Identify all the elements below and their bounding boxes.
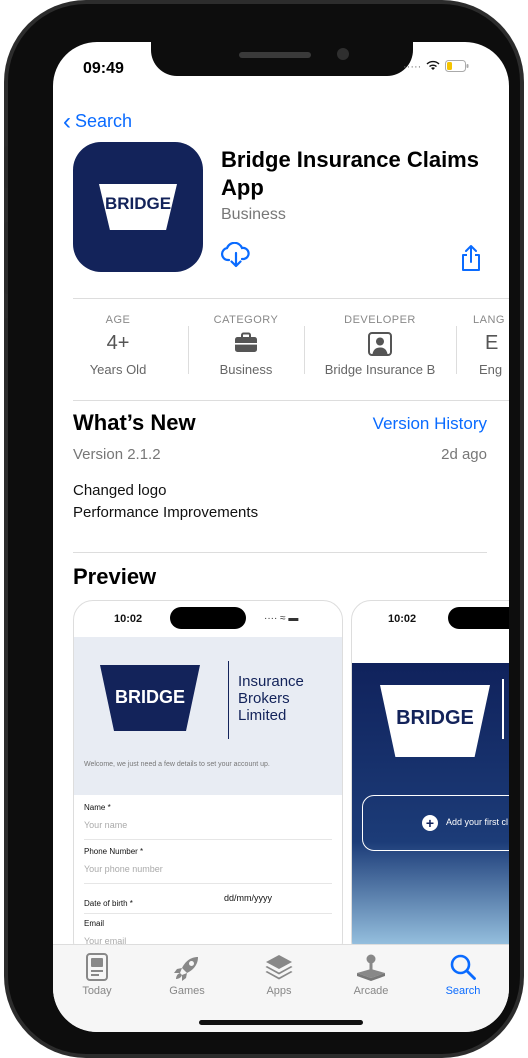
preview-screenshot-2[interactable]: 10:02 BRIDGE + Add your first cl [351,600,509,962]
info-category: CATEGORY Business [189,314,303,377]
field-label: Name * [84,803,111,812]
app-subtitle: Business [221,206,286,223]
screenshot-time: 10:02 [388,613,417,625]
dynamic-island [448,607,509,629]
divider [228,661,229,739]
front-camera [337,48,349,60]
info-label: CATEGORY [213,314,279,326]
field-label: Email [84,919,105,928]
back-label: Search [75,111,133,131]
brand-line: Brokers [238,690,290,707]
tab-apps[interactable]: Apps [239,953,319,997]
field-placeholder: Your phone number [84,864,163,874]
divider [73,552,487,553]
wifi-icon [426,60,440,70]
add-label: Add your first cl [446,817,509,827]
app-title: Bridge Insurance Claims App [221,147,479,200]
joystick-icon [357,954,385,981]
info-sub: Years Old [89,362,147,377]
battery-icon [445,60,469,72]
phone-frame: 09:49 ····· ‹ Search BRIDGE Bridge Insura… [8,4,520,1054]
field-label: Phone Number * [84,847,144,856]
release-note: Performance Improvements [73,504,259,521]
notch [151,42,413,76]
divider [456,326,457,374]
brand-tagline: Insurance Brokers Limited [238,673,304,724]
search-icon [450,954,476,980]
tab-label: Search [445,985,481,997]
preview-title: Preview [73,564,157,589]
info-age: AGE 4+ Years Old [63,314,173,377]
tab-label: Today [82,985,112,997]
dob-field: Date of birth * dd/mm/yyyy [84,893,332,914]
tab-search[interactable]: Search [423,953,503,997]
status-icons: ····· [403,60,469,73]
brand-name: BRIDGE [396,707,474,729]
version-history-link[interactable]: Version History [373,414,487,434]
info-value: 4+ [106,332,130,354]
app-store-screen: 09:49 ····· ‹ Search BRIDGE Bridge Insura… [53,42,509,1032]
info-language: LANG E Eng [473,314,509,377]
brand-line: Insurance [238,673,304,690]
tab-label: Games [169,985,205,997]
preview-screenshot-1[interactable]: 10:02 ···· ≈ ▬ BRIDGE Insurance Brokers … [73,600,343,962]
info-label: DEVELOPER [344,314,416,326]
brand-line: Limited [238,707,287,724]
info-developer: DEVELOPER Bridge Insurance B [305,314,455,377]
info-strip[interactable]: AGE 4+ Years Old CATEGORY Business DEVEL… [53,302,509,392]
version-number: Version 2.1.2 [73,446,161,463]
divider [73,298,509,299]
release-age: 2d ago [441,446,487,463]
tab-bar: Today Games Apps Arcade Search [53,944,509,1032]
brand-header: BRIDGE Insurance Brokers Limited Welcome… [74,637,342,795]
cloud-download-icon[interactable] [221,242,251,268]
info-label: LANG [473,314,505,326]
info-label: AGE [105,314,131,326]
divider [502,679,504,739]
apps-stack-icon [265,955,293,980]
info-sub: Eng [479,362,503,377]
status-time: 09:49 [83,60,124,77]
name-field: Name * Your name [84,803,332,840]
tab-today[interactable]: Today [57,953,137,997]
release-note: Changed logo [73,482,167,499]
speaker-grille [239,52,311,58]
signal-dots-icon: ····· [403,61,422,73]
tab-games[interactable]: Games [147,953,227,997]
tab-label: Apps [266,985,292,997]
today-icon [86,953,108,981]
release-notes: Changed logo Performance Improvements [73,480,258,524]
chevron-left-icon: ‹ [63,108,71,135]
back-button[interactable]: ‹ Search [63,108,132,136]
tab-arcade[interactable]: Arcade [331,953,411,997]
status-icons: ···· ≈ ▬ [264,613,299,624]
briefcase-icon [235,332,257,352]
dynamic-island [170,607,246,629]
info-sub: Business [219,362,273,377]
whats-new-title: What’s New [73,410,196,435]
developer-person-icon [368,332,392,356]
divider [73,400,509,401]
field-label: Date of birth * [84,899,133,908]
brand-name: BRIDGE [114,687,185,707]
screenshot-time: 10:02 [114,613,143,625]
field-placeholder: dd/mm/yyyy [224,893,273,903]
share-icon[interactable] [459,244,483,272]
plus-circle-icon: + [422,815,438,831]
welcome-text: Welcome, we just need a few details to s… [84,761,270,768]
phone-field: Phone Number * Your phone number [84,847,332,884]
home-indicator[interactable] [199,1020,363,1025]
app-icon: BRIDGE [73,142,203,272]
app-icon-text: BRIDGE [104,194,172,213]
rocket-icon [174,957,198,981]
field-placeholder: Your name [84,820,128,830]
info-sub: Bridge Insurance B [324,362,436,377]
tab-label: Arcade [353,985,389,997]
info-value: E [485,332,499,354]
